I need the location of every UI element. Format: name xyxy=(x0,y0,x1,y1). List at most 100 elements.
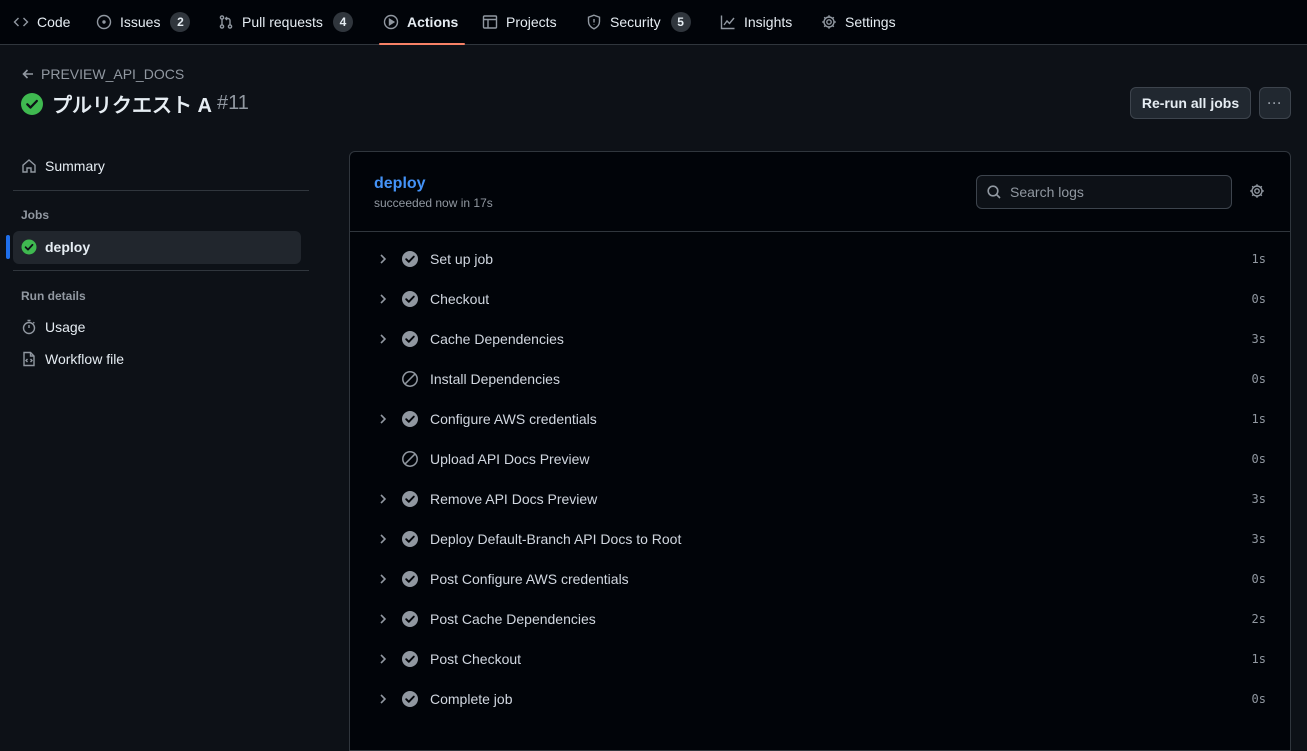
skip-icon xyxy=(402,451,418,467)
table-icon xyxy=(482,15,498,29)
pull-requests-count-badge: 4 xyxy=(332,12,353,32)
chevron-right-icon[interactable] xyxy=(376,412,390,426)
workflow-name: PREVIEW_API_DOCS xyxy=(41,66,185,82)
issues-count-badge: 2 xyxy=(170,12,191,32)
git-pull-request-icon xyxy=(219,15,233,29)
step-label: Cache Dependencies xyxy=(430,331,564,347)
search-logs-field[interactable] xyxy=(976,175,1232,209)
step-label: Remove API Docs Preview xyxy=(430,491,598,507)
step-duration: 0s xyxy=(1251,292,1266,306)
graph-icon xyxy=(720,15,735,30)
gear-icon xyxy=(822,15,836,29)
check-circle-fill-icon xyxy=(402,651,418,667)
tab-label: Settings xyxy=(845,14,896,30)
tab-code[interactable]: Code xyxy=(13,0,70,44)
chevron-right-icon[interactable] xyxy=(376,492,390,506)
job-step-row[interactable]: Configure AWS credentials 1s xyxy=(350,399,1290,439)
skip-icon xyxy=(402,371,418,387)
chevron-right-icon[interactable] xyxy=(376,252,390,266)
arrow-left-icon xyxy=(22,69,33,79)
selected-job-marker xyxy=(6,235,10,259)
step-duration: 1s xyxy=(1251,412,1266,426)
job-step-row[interactable]: Checkout 0s xyxy=(350,279,1290,319)
job-step-row[interactable]: Remove API Docs Preview 3s xyxy=(350,479,1290,519)
job-step-row[interactable]: Post Configure AWS credentials 0s xyxy=(350,559,1290,599)
gear-icon[interactable] xyxy=(1249,183,1265,199)
job-step-row[interactable]: Set up job 1s xyxy=(350,239,1290,279)
run-title: プルリクエスト A #11 xyxy=(21,89,249,118)
run-details-heading: Run details xyxy=(21,289,86,303)
step-label: Set up job xyxy=(430,251,494,267)
chevron-right-icon[interactable] xyxy=(376,292,390,306)
chevron-right-icon[interactable] xyxy=(376,692,390,706)
chevron-right-icon[interactable] xyxy=(376,532,390,546)
workflow-back-link[interactable]: PREVIEW_API_DOCS xyxy=(21,66,184,82)
jobs-heading: Jobs xyxy=(21,208,50,222)
tab-label: Pull requests xyxy=(242,14,323,30)
job-step-row[interactable]: Cache Dependencies 3s xyxy=(350,319,1290,359)
step-label: Post Cache Dependencies xyxy=(430,611,596,627)
run-title-text: プルリクエスト A xyxy=(52,95,212,117)
step-label: Configure AWS credentials xyxy=(430,411,597,427)
tab-security[interactable]: Security 5 xyxy=(586,0,691,44)
search-icon xyxy=(987,185,1001,199)
tab-label: Security xyxy=(610,14,661,30)
tab-label: Issues xyxy=(120,14,161,30)
step-duration: 0s xyxy=(1251,452,1266,466)
tab-insights[interactable]: Insights xyxy=(720,0,792,44)
step-duration: 1s xyxy=(1251,252,1266,266)
tab-actions[interactable]: Actions xyxy=(378,0,466,45)
job-step-row[interactable]: Post Cache Dependencies 2s xyxy=(350,599,1290,639)
more-options-button[interactable]: ··· xyxy=(1259,87,1291,119)
tab-settings[interactable]: Settings xyxy=(821,0,896,44)
step-duration: 0s xyxy=(1251,372,1266,386)
check-circle-fill-icon xyxy=(402,571,418,587)
check-circle-fill-icon xyxy=(402,331,418,347)
tab-pull-requests[interactable]: Pull requests 4 xyxy=(218,0,353,44)
chevron-right-icon[interactable] xyxy=(376,572,390,586)
sidebar-item-label: Summary xyxy=(45,158,105,174)
tab-issues[interactable]: Issues 2 xyxy=(96,0,191,44)
sidebar-divider xyxy=(13,190,309,191)
chevron-right-icon[interactable] xyxy=(376,652,390,666)
search-logs-input[interactable] xyxy=(1010,184,1210,200)
step-duration: 3s xyxy=(1251,532,1266,546)
check-circle-fill-icon xyxy=(402,531,418,547)
check-circle-fill-icon xyxy=(402,411,418,427)
tab-label: Projects xyxy=(506,14,557,30)
tab-label: Insights xyxy=(744,14,793,30)
job-step-row[interactable]: Deploy Default-Branch API Docs to Root 3s xyxy=(350,519,1290,559)
issue-opened-icon xyxy=(96,14,112,30)
sidebar-item-summary[interactable]: Summary xyxy=(21,158,105,174)
tab-label: Code xyxy=(37,14,71,30)
step-label: Deploy Default-Branch API Docs to Root xyxy=(430,531,682,547)
job-step-row[interactable]: Post Checkout 1s xyxy=(350,639,1290,679)
file-code-icon xyxy=(23,351,35,367)
check-circle-fill-icon xyxy=(21,239,37,255)
sidebar-job-deploy-content[interactable]: deploy xyxy=(21,239,90,255)
tab-projects[interactable]: Projects xyxy=(482,0,557,44)
sidebar-item-label: deploy xyxy=(45,239,91,255)
rerun-all-jobs-button[interactable]: Re-run all jobs xyxy=(1130,87,1251,119)
chevron-right-icon[interactable] xyxy=(376,332,390,346)
code-icon xyxy=(13,17,29,27)
home-icon xyxy=(22,159,36,173)
sidebar-item-workflow-file[interactable]: Workflow file xyxy=(21,351,124,367)
check-circle-fill-icon xyxy=(402,491,418,507)
job-step-row[interactable]: Upload API Docs Preview 0s xyxy=(350,439,1290,479)
job-header: deploy succeeded now in 17s xyxy=(350,152,1290,232)
security-count-badge: 5 xyxy=(670,12,691,32)
job-name: deploy xyxy=(374,175,426,192)
sidebar-item-label: Usage xyxy=(45,319,86,335)
check-circle-fill-icon xyxy=(21,92,43,115)
step-label: Install Dependencies xyxy=(430,371,560,387)
step-duration: 3s xyxy=(1251,492,1266,506)
stopwatch-icon xyxy=(22,319,36,335)
job-step-row[interactable]: Install Dependencies 0s xyxy=(350,359,1290,399)
play-icon xyxy=(383,14,399,30)
job-status-text: succeeded now in 17s xyxy=(374,196,493,210)
sidebar-item-usage[interactable]: Usage xyxy=(21,319,85,335)
chevron-right-icon[interactable] xyxy=(376,612,390,626)
job-step-row[interactable]: Complete job 0s xyxy=(350,679,1290,719)
step-duration: 0s xyxy=(1251,572,1266,586)
